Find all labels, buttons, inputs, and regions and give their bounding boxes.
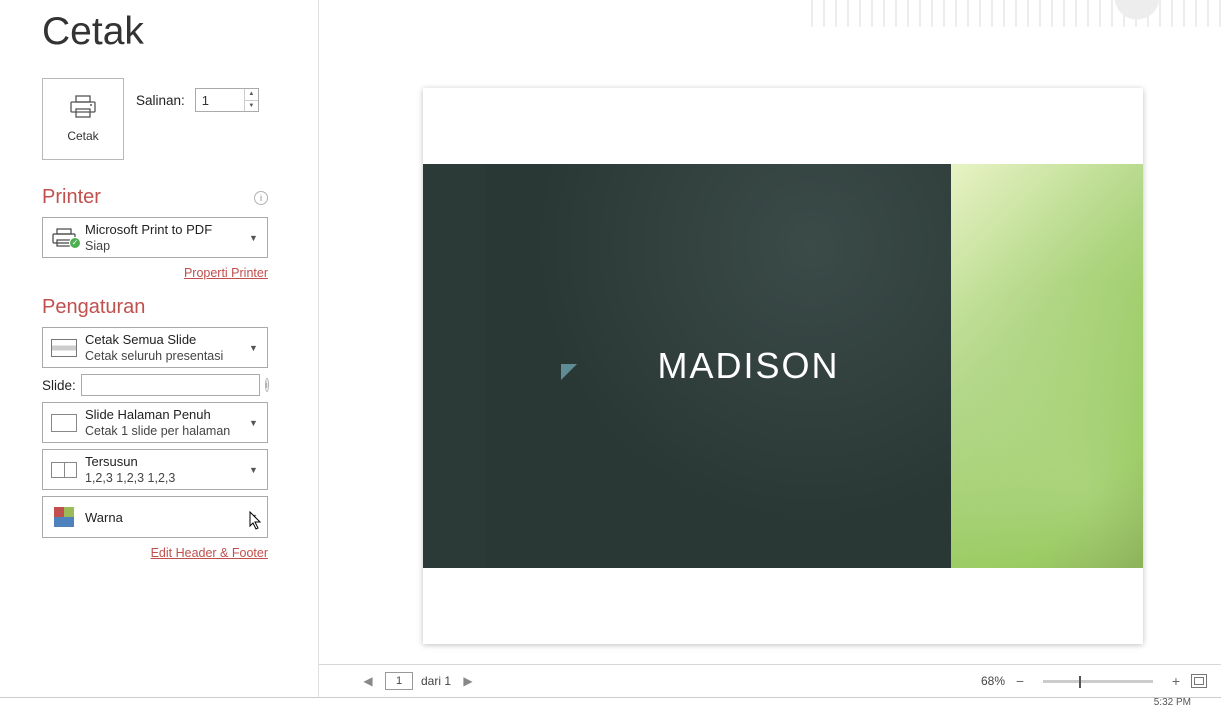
copies-spin-down[interactable]: ▼: [245, 101, 258, 112]
copies-value[interactable]: 1: [196, 93, 244, 108]
slide-range-info-icon[interactable]: i: [265, 378, 269, 392]
zoom-out-button[interactable]: −: [1013, 673, 1027, 689]
layout-line1: Slide Halaman Penuh: [85, 407, 249, 422]
printer-ready-check-icon: ✓: [69, 237, 81, 249]
page-title: Cetak: [42, 10, 318, 54]
printer-info-icon[interactable]: i: [254, 191, 268, 205]
print-button-label: Cetak: [67, 129, 98, 143]
slides-stack-icon: [51, 339, 77, 357]
copies-input[interactable]: 1 ▲ ▼: [195, 88, 259, 112]
print-preview-panel: MADISON ◀ 1 dari 1 ▶ 68% − +: [318, 0, 1221, 697]
collation-dropdown[interactable]: Tersusun 1,2,3 1,2,3 1,2,3 ▼: [42, 449, 268, 490]
slide-left-strip: [423, 164, 486, 568]
slide-triangle-decoration: [561, 364, 577, 380]
page-count-text: dari 1: [421, 674, 451, 688]
zoom-in-button[interactable]: +: [1169, 673, 1183, 689]
slide-main-area: MADISON: [486, 164, 951, 568]
copies-label: Salinan:: [136, 93, 185, 108]
printer-name: Microsoft Print to PDF: [85, 222, 249, 237]
slide-range-input[interactable]: [81, 374, 260, 396]
system-taskbar: 5:32 PM: [0, 697, 1221, 707]
color-line1: Warna: [85, 510, 249, 525]
zoom-percent-label: 68%: [981, 674, 1005, 688]
prev-page-button[interactable]: ◀: [359, 674, 377, 688]
slide-range-label: Slide:: [42, 378, 76, 393]
printer-properties-link[interactable]: Properti Printer: [184, 266, 268, 280]
preview-status-bar: ◀ 1 dari 1 ▶ 68% − +: [319, 664, 1221, 697]
collation-line2: 1,2,3 1,2,3 1,2,3: [85, 471, 249, 485]
print-range-line1: Cetak Semua Slide: [85, 332, 249, 347]
zoom-slider-thumb[interactable]: [1079, 676, 1081, 688]
chevron-down-icon: ▼: [249, 512, 267, 522]
print-range-line2: Cetak seluruh presentasi: [85, 349, 249, 363]
printer-status: Siap: [85, 239, 249, 253]
zoom-slider[interactable]: [1043, 680, 1153, 683]
slide-title-text: MADISON: [657, 345, 839, 387]
next-page-button[interactable]: ▶: [459, 674, 477, 688]
settings-heading: Pengaturan: [42, 296, 145, 319]
edit-header-footer-link[interactable]: Edit Header & Footer: [151, 546, 268, 560]
print-backstage-panel: Cetak Cetak Salinan: 1: [0, 0, 318, 697]
collate-icon: [51, 462, 77, 478]
slide-preview: MADISON: [423, 88, 1143, 644]
chevron-down-icon: ▼: [249, 465, 267, 475]
printer-heading: Printer: [42, 186, 101, 209]
layout-dropdown[interactable]: Slide Halaman Penuh Cetak 1 slide per ha…: [42, 402, 268, 443]
color-dropdown[interactable]: Warna ▼: [42, 496, 268, 538]
layout-line2: Cetak 1 slide per halaman: [85, 424, 249, 438]
chevron-down-icon: ▼: [249, 343, 267, 353]
printer-select-dropdown[interactable]: ✓ Microsoft Print to PDF Siap ▼: [42, 217, 268, 258]
print-range-dropdown[interactable]: Cetak Semua Slide Cetak seluruh presenta…: [42, 327, 268, 368]
chevron-down-icon: ▼: [249, 418, 267, 428]
printer-icon: [69, 95, 97, 119]
fit-to-window-button[interactable]: [1191, 674, 1207, 688]
chevron-down-icon: ▼: [249, 233, 267, 243]
current-page-input[interactable]: 1: [385, 672, 413, 690]
clock-time: 5:32 PM: [1154, 697, 1191, 708]
color-swatch-icon: [54, 507, 74, 527]
collation-line1: Tersusun: [85, 454, 249, 469]
print-button[interactable]: Cetak: [42, 78, 124, 160]
copies-spin-up[interactable]: ▲: [245, 89, 258, 101]
slide-accent-panel: [951, 164, 1143, 568]
slide-layout-icon: [51, 414, 77, 432]
